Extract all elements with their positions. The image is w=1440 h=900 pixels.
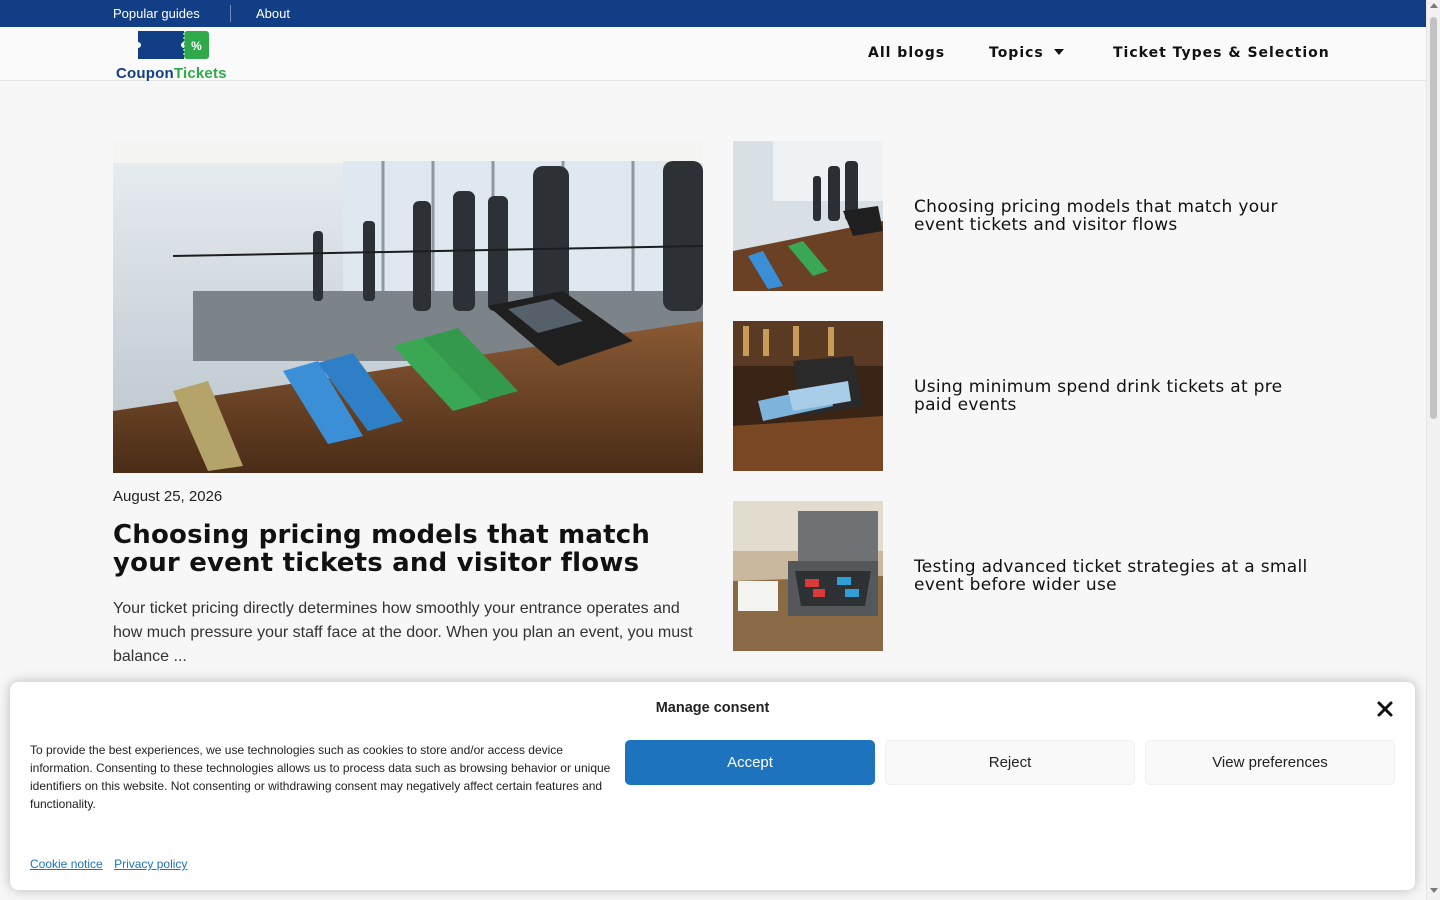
page-scrollbar[interactable] [1426,0,1440,900]
side-post-title[interactable]: Testing advanced ticket strategies at a … [914,558,1309,594]
featured-photo [113,141,703,473]
consent-links: Cookie notice Privacy policy [30,857,195,871]
cookie-consent-banner: Manage consent To provide the best exper… [10,682,1415,890]
popular-guides-link[interactable]: Popular guides [113,6,200,21]
close-icon [1377,701,1393,717]
ticket-logo-icon: % [138,31,209,59]
side-post-image[interactable] [733,501,883,651]
site-header: % CouponTickets All blogs Topics Ticket … [0,27,1426,82]
site-logo[interactable]: % CouponTickets [114,30,244,82]
side-post-image[interactable] [733,141,883,291]
consent-title: Manage consent [655,700,770,716]
svg-text:%: % [191,39,202,53]
side-post-image[interactable] [733,321,883,471]
nav-topics-label: Topics [989,45,1044,61]
side-post-title[interactable]: Choosing pricing models that match your … [914,198,1309,234]
consent-description: To provide the best experiences, we use … [30,743,611,811]
scroll-down-arrow-icon[interactable] [1430,888,1438,893]
view-preferences-button[interactable]: View preferences [1145,740,1395,785]
close-consent-button[interactable] [1374,698,1396,720]
side-photo-bar [733,321,883,471]
about-link[interactable]: About [256,6,290,21]
featured-post-image[interactable] [113,141,703,473]
side-post-title[interactable]: Using minimum spend drink tickets at pre… [914,378,1309,414]
cookie-notice-link[interactable]: Cookie notice [30,857,103,871]
nav-topics[interactable]: Topics [989,45,1064,61]
nav-ticket-types[interactable]: Ticket Types & Selection [1113,45,1330,61]
nav-all-blogs[interactable]: All blogs [868,45,945,61]
scroll-up-arrow-icon[interactable] [1430,3,1438,8]
privacy-policy-link[interactable]: Privacy policy [114,857,187,871]
featured-post-date: August 25, 2026 [113,488,223,505]
side-photo-cashbox [733,501,883,651]
scroll-thumb[interactable] [1430,17,1437,419]
chevron-down-icon [1053,49,1064,55]
topbar-divider [230,5,231,22]
logo-wordmark: CouponTickets [116,65,227,82]
accept-button[interactable]: Accept [625,740,875,785]
featured-post-title[interactable]: Choosing pricing models that match your … [113,521,703,577]
reject-button[interactable]: Reject [885,740,1135,785]
side-photo-hall [733,141,883,291]
top-bar: Popular guides About [0,0,1426,27]
featured-post-excerpt: Your ticket pricing directly determines … [113,600,693,665]
